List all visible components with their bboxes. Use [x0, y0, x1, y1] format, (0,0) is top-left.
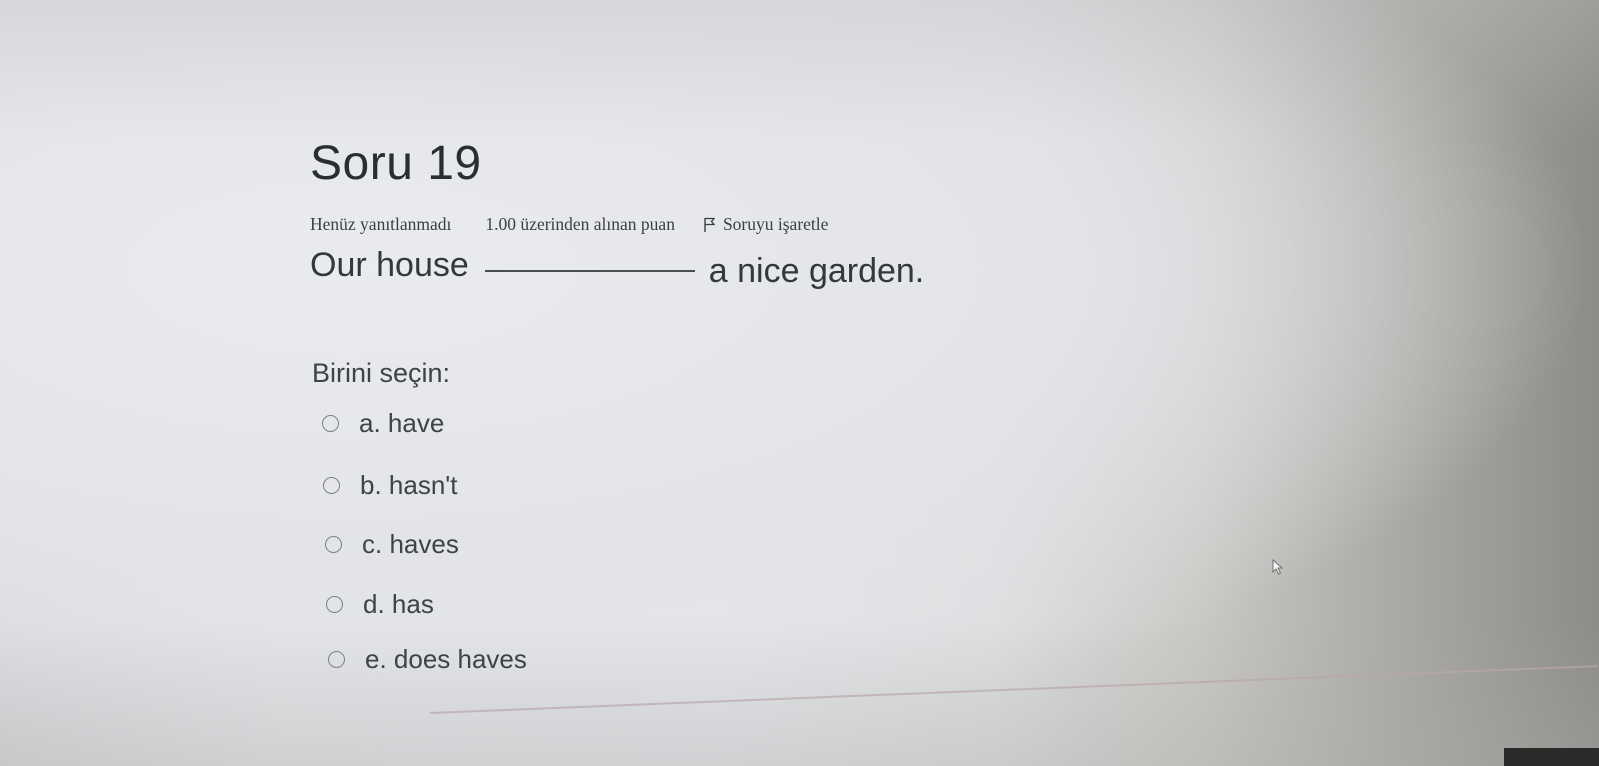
background-shade-bottom: [0, 620, 1599, 766]
question-title: Soru 19: [310, 137, 482, 190]
option-label: a. have: [359, 408, 445, 438]
background-shade-top: [0, 0, 1599, 140]
option-e[interactable]: e. does haves: [328, 644, 527, 675]
screen-corner: [1504, 748, 1599, 766]
question-text-before: Our house: [310, 246, 469, 284]
answer-status: Henüz yanıtlanmadı: [310, 214, 452, 234]
radio-button[interactable]: [322, 415, 339, 432]
option-label: d. has: [363, 589, 434, 619]
question-text: Our house a nice garden.: [310, 246, 924, 290]
flag-icon: [704, 217, 715, 232]
option-label: e. does haves: [365, 644, 527, 674]
option-a[interactable]: a. have: [322, 408, 444, 439]
flag-question-link[interactable]: Soruyu işaretle: [703, 214, 828, 235]
flag-question-label: Soruyu işaretle: [722, 214, 829, 234]
option-d[interactable]: d. has: [326, 589, 434, 620]
option-label: c. haves: [362, 529, 459, 559]
radio-button[interactable]: [326, 596, 343, 613]
question-grade: 1.00 üzerinden alınan puan: [485, 214, 675, 234]
mouse-pointer-icon: [1272, 559, 1284, 575]
radio-button[interactable]: [328, 651, 345, 668]
question-text-after: a nice garden.: [708, 252, 925, 290]
question-info: Henüz yanıtlanmadı 1.00 üzerinden alınan…: [310, 214, 828, 235]
answer-blank: [484, 270, 695, 272]
option-label: b. hasn't: [360, 470, 458, 500]
choice-prompt: Birini seçin:: [312, 358, 451, 388]
radio-button[interactable]: [323, 477, 340, 494]
option-b[interactable]: b. hasn't: [323, 470, 457, 501]
option-c[interactable]: c. haves: [325, 529, 459, 560]
radio-button[interactable]: [325, 536, 342, 553]
